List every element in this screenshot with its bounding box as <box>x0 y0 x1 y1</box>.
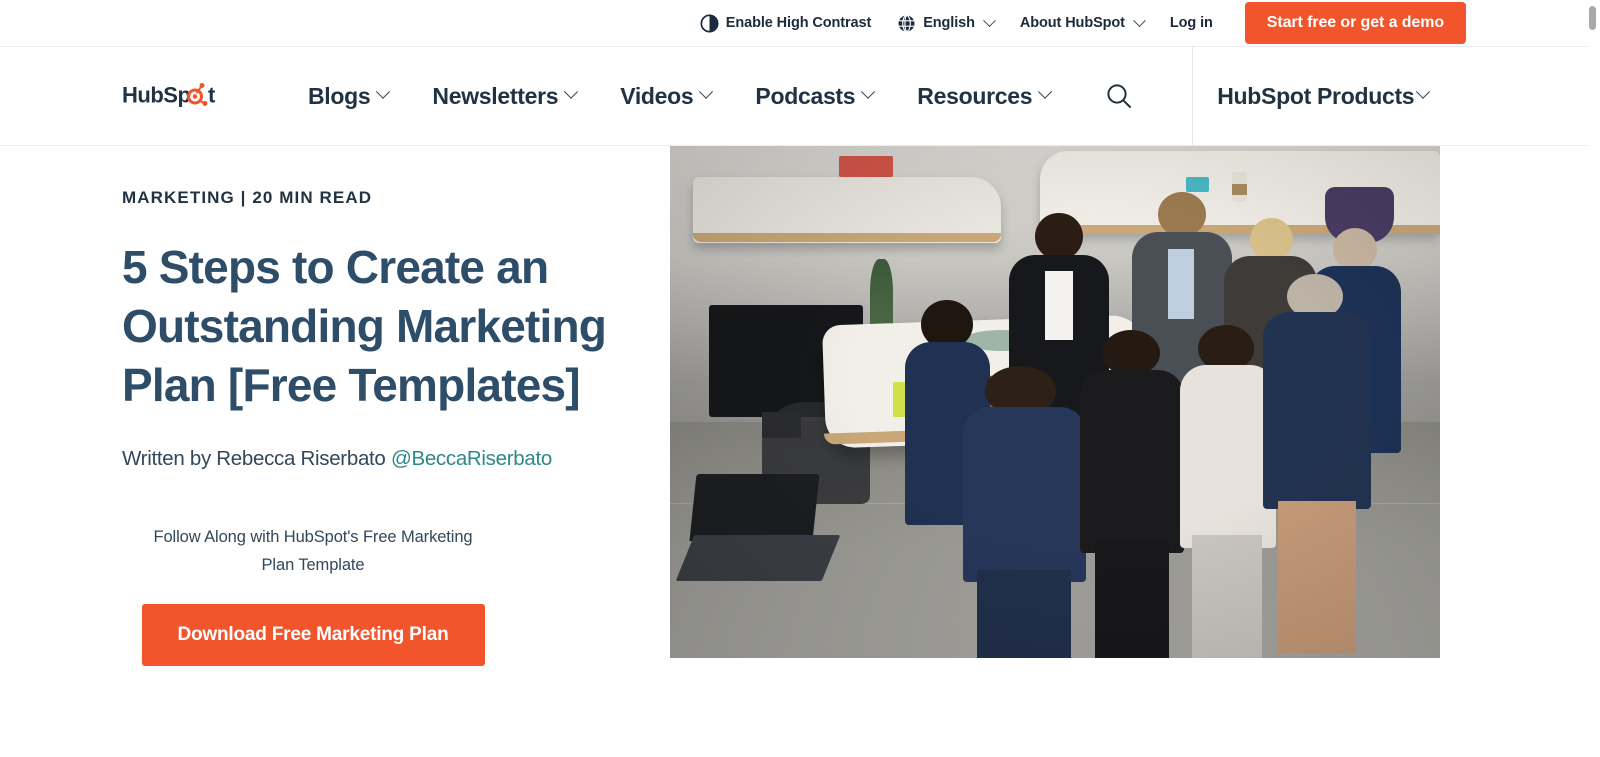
language-label: English <box>923 15 975 31</box>
about-hubspot-label: About HubSpot <box>1019 15 1125 31</box>
utility-bar: Enable High Contrast English About HubSp… <box>0 0 1588 46</box>
chevron-down-icon <box>564 84 579 99</box>
author-twitter-handle[interactable]: @BeccaRiserbato <box>391 447 552 470</box>
page-title: 5 Steps to Create an Outstanding Marketi… <box>122 241 607 411</box>
template-cta-block: Follow Along with HubSpot's Free Marketi… <box>122 523 504 667</box>
scrollbar-thumb[interactable] <box>1589 6 1596 30</box>
article-eyebrow: MARKETING | 20 MIN READ <box>122 188 373 207</box>
chevron-down-icon <box>1133 13 1146 27</box>
hubspot-products-menu[interactable]: HubSpot Products <box>1217 82 1431 110</box>
login-label: Log in <box>1169 15 1213 31</box>
chevron-down-icon <box>983 13 996 27</box>
chevron-down-icon <box>1038 84 1053 99</box>
nav-divider <box>1192 46 1194 146</box>
article-text-column: MARKETING | 20 MIN READ 5 Steps to Creat… <box>0 146 660 757</box>
about-hubspot-menu[interactable]: About HubSpot <box>1019 13 1146 31</box>
hero-image-photo <box>670 146 1440 658</box>
nav-item-newsletters[interactable]: Newsletters <box>432 82 579 110</box>
chevron-down-icon <box>699 84 714 99</box>
hubspot-products-label: HubSpot Products <box>1217 82 1415 109</box>
chevron-down-icon <box>1416 84 1431 99</box>
login-link[interactable]: Log in <box>1170 15 1213 31</box>
globe-icon <box>897 14 916 33</box>
hubspot-logo-icon: HubSp t <box>122 83 217 108</box>
svg-text:t: t <box>208 83 216 108</box>
chevron-down-icon <box>861 84 876 99</box>
nav-links: Blogs Newsletters Videos Podcasts Resour… <box>308 83 1094 110</box>
hubspot-logo[interactable]: HubSp t <box>122 80 230 112</box>
contrast-icon <box>700 13 719 33</box>
nav-item-videos-label: Videos <box>620 82 694 109</box>
nav-item-blogs[interactable]: Blogs <box>308 82 391 110</box>
image-vignette <box>670 146 1440 658</box>
svg-text:HubSp: HubSp <box>122 83 190 108</box>
article-hero: MARKETING | 20 MIN READ 5 Steps to Creat… <box>0 134 1588 757</box>
search-button[interactable] <box>1098 75 1140 117</box>
nav-item-videos[interactable]: Videos <box>620 82 714 110</box>
nav-item-resources[interactable]: Resources <box>917 82 1053 110</box>
high-contrast-toggle[interactable]: Enable High Contrast <box>700 13 872 33</box>
main-navigation: HubSp t Blogs Newsletters Videos Podcast… <box>0 46 1588 146</box>
author-byline-prefix: Written by Rebecca Riserbato <box>122 446 391 470</box>
nav-item-blogs-label: Blogs <box>308 82 371 109</box>
nav-item-podcasts-label: Podcasts <box>755 82 856 109</box>
author-byline: Written by Rebecca Riserbato @BeccaRiser… <box>122 447 660 471</box>
hero-image <box>670 146 1440 658</box>
download-marketing-plan-button[interactable]: Download Free Marketing Plan <box>141 604 485 667</box>
high-contrast-label: Enable High Contrast <box>725 15 872 31</box>
search-icon <box>1107 84 1132 108</box>
template-cta-caption: Follow Along with HubSpot's Free Marketi… <box>153 527 473 574</box>
chevron-down-icon <box>376 84 391 99</box>
start-free-demo-button[interactable]: Start free or get a demo <box>1244 2 1466 44</box>
nav-item-resources-label: Resources <box>917 82 1033 109</box>
language-selector[interactable]: English <box>897 13 996 33</box>
nav-item-newsletters-label: Newsletters <box>432 82 559 109</box>
nav-item-podcasts[interactable]: Podcasts <box>755 82 876 110</box>
